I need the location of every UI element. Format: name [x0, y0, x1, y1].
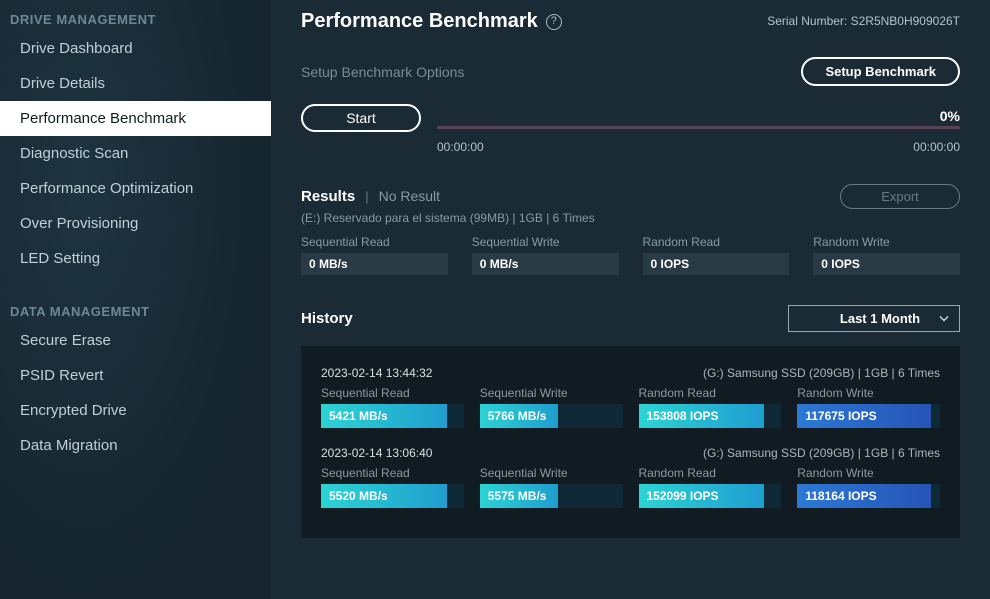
sidebar-group: DRIVE MANAGEMENT Drive Dashboard Drive D…: [0, 6, 271, 276]
sidebar-item-drive-details[interactable]: Drive Details: [0, 66, 271, 101]
metric-value: 152099 IOPS: [647, 489, 719, 503]
metric-value: 5520 MB/s: [329, 489, 388, 503]
time-row: 00:00:00 00:00:00: [301, 138, 960, 154]
metric-label: Random Read: [643, 235, 790, 249]
serial-number: Serial Number: S2R5NB0H909026T: [767, 14, 960, 28]
sidebar-group-title: DATA MANAGEMENT: [0, 298, 271, 323]
metric-bar: 117675 IOPS: [797, 404, 940, 428]
metric-value: 118164 IOPS: [805, 489, 876, 503]
history-filter-value: Last 1 Month: [840, 311, 920, 326]
remaining-time: 00:00:00: [913, 140, 960, 154]
metric-bar: 118164 IOPS: [797, 484, 940, 508]
metric-bar: 152099 IOPS: [639, 484, 782, 508]
metric-bar: 153808 IOPS: [639, 404, 782, 428]
metric-label: Random Read: [639, 386, 782, 400]
serial-number-prefix: Serial Number:: [767, 14, 850, 28]
metric-value: 0 MB/s: [472, 253, 619, 275]
history-panel: 2023-02-14 13:44:32 (G:) Samsung SSD (20…: [301, 346, 960, 538]
header: Performance Benchmark ? Serial Number: S…: [301, 10, 960, 33]
history-metric-sequential-read: Sequential Read 5520 MB/s: [321, 466, 464, 508]
metric-bar: 5421 MB/s: [321, 404, 464, 428]
separator: |: [365, 189, 368, 204]
sidebar: DRIVE MANAGEMENT Drive Dashboard Drive D…: [0, 0, 271, 599]
metric-label: Random Write: [797, 466, 940, 480]
metric-value: 117675 IOPS: [805, 409, 876, 423]
history-metric-sequential-write: Sequential Write 5766 MB/s: [480, 386, 623, 428]
history-entry: 2023-02-14 13:06:40 (G:) Samsung SSD (20…: [321, 446, 940, 508]
progress: 0%: [437, 108, 960, 129]
sidebar-item-led-setting[interactable]: LED Setting: [0, 241, 271, 276]
metric-label: Random Read: [639, 466, 782, 480]
results-header: Results | No Result Export: [301, 184, 960, 209]
history-timestamp: 2023-02-14 13:44:32: [321, 366, 432, 380]
history-metric-sequential-read: Sequential Read 5421 MB/s: [321, 386, 464, 428]
metric-bar: 5575 MB/s: [480, 484, 623, 508]
metric-sequential-write: Sequential Write 0 MB/s: [472, 235, 619, 275]
sidebar-item-psid-revert[interactable]: PSID Revert: [0, 358, 271, 393]
metric-value: 0 MB/s: [301, 253, 448, 275]
metric-label: Random Write: [797, 386, 940, 400]
history-metric-random-write: Random Write 118164 IOPS: [797, 466, 940, 508]
history-filter-dropdown[interactable]: Last 1 Month: [788, 305, 960, 332]
metric-label: Sequential Read: [321, 466, 464, 480]
history-header: History Last 1 Month: [301, 305, 960, 332]
results-title: Results: [301, 188, 355, 205]
metric-value: 153808 IOPS: [647, 409, 719, 423]
results-status: No Result: [379, 188, 440, 204]
history-details: (G:) Samsung SSD (209GB) | 1GB | 6 Times: [703, 366, 940, 380]
sidebar-item-encrypted-drive[interactable]: Encrypted Drive: [0, 393, 271, 428]
sidebar-item-secure-erase[interactable]: Secure Erase: [0, 323, 271, 358]
page-title: Performance Benchmark ?: [301, 10, 562, 33]
history-metric-random-read: Random Read 152099 IOPS: [639, 466, 782, 508]
setup-section: Setup Benchmark Options Setup Benchmark: [301, 57, 960, 86]
metric-label: Sequential Write: [480, 386, 623, 400]
metric-value: 5421 MB/s: [329, 409, 388, 423]
metric-value: 5766 MB/s: [488, 409, 547, 423]
history-title: History: [301, 310, 353, 327]
history-metric-random-write: Random Write 117675 IOPS: [797, 386, 940, 428]
metric-random-read: Random Read 0 IOPS: [643, 235, 790, 275]
run-controls: Start 0%: [301, 104, 960, 132]
setup-label: Setup Benchmark Options: [301, 64, 464, 80]
sidebar-item-data-migration[interactable]: Data Migration: [0, 428, 271, 463]
main-panel: Performance Benchmark ? Serial Number: S…: [271, 0, 990, 599]
sidebar-group-title: DRIVE MANAGEMENT: [0, 6, 271, 31]
metric-sequential-read: Sequential Read 0 MB/s: [301, 235, 448, 275]
export-button[interactable]: Export: [840, 184, 960, 209]
history-timestamp: 2023-02-14 13:06:40: [321, 446, 432, 460]
metric-value: 0 IOPS: [643, 253, 790, 275]
history-metric-sequential-write: Sequential Write 5575 MB/s: [480, 466, 623, 508]
start-button[interactable]: Start: [301, 104, 421, 132]
metric-value: 5575 MB/s: [488, 489, 547, 503]
history-details: (G:) Samsung SSD (209GB) | 1GB | 6 Times: [703, 446, 940, 460]
help-icon[interactable]: ?: [546, 14, 562, 30]
sidebar-item-performance-benchmark[interactable]: Performance Benchmark: [0, 101, 271, 136]
serial-number-value: S2R5NB0H909026T: [851, 14, 960, 28]
metric-label: Sequential Read: [321, 386, 464, 400]
history-entry: 2023-02-14 13:44:32 (G:) Samsung SSD (20…: [321, 366, 940, 428]
sidebar-group: DATA MANAGEMENT Secure Erase PSID Revert…: [0, 298, 271, 463]
metric-bar: 5766 MB/s: [480, 404, 623, 428]
elapsed-time: 00:00:00: [437, 140, 484, 154]
page-title-text: Performance Benchmark: [301, 10, 538, 33]
sidebar-item-drive-dashboard[interactable]: Drive Dashboard: [0, 31, 271, 66]
metric-label: Random Write: [813, 235, 960, 249]
progress-percent: 0%: [437, 108, 960, 124]
metric-label: Sequential Write: [480, 466, 623, 480]
metric-random-write: Random Write 0 IOPS: [813, 235, 960, 275]
metric-bar: 5520 MB/s: [321, 484, 464, 508]
history-metric-random-read: Random Read 153808 IOPS: [639, 386, 782, 428]
metric-label: Sequential Write: [472, 235, 619, 249]
sidebar-item-over-provisioning[interactable]: Over Provisioning: [0, 206, 271, 241]
sidebar-item-performance-optimization[interactable]: Performance Optimization: [0, 171, 271, 206]
metric-label: Sequential Read: [301, 235, 448, 249]
results-metrics: Sequential Read 0 MB/s Sequential Write …: [301, 235, 960, 275]
metric-value: 0 IOPS: [813, 253, 960, 275]
setup-benchmark-button[interactable]: Setup Benchmark: [801, 57, 960, 86]
sidebar-item-diagnostic-scan[interactable]: Diagnostic Scan: [0, 136, 271, 171]
progress-bar: [437, 126, 960, 129]
results-subline: (E:) Reservado para el sistema (99MB) | …: [301, 211, 960, 225]
chevron-down-icon: [939, 313, 949, 323]
